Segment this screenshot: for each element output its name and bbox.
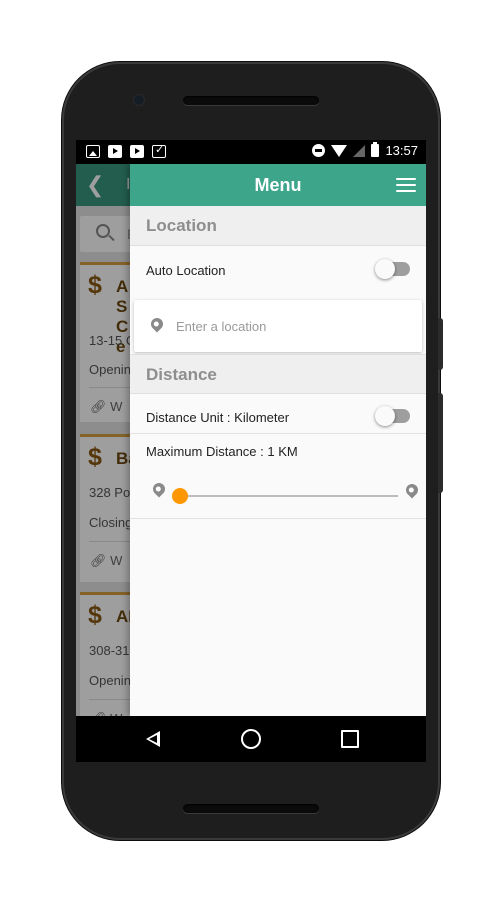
power-button bbox=[438, 393, 443, 493]
youtube-notification-icon bbox=[130, 145, 144, 158]
clipboard-check-notification-icon bbox=[152, 143, 166, 158]
do-not-disturb-icon bbox=[312, 144, 326, 157]
auto-location-label: Auto Location bbox=[146, 263, 226, 278]
slider-thumb[interactable] bbox=[172, 488, 188, 504]
location-pin-icon bbox=[403, 481, 421, 499]
distance-section-title: Distance bbox=[146, 365, 217, 384]
max-distance-slider[interactable] bbox=[172, 488, 398, 504]
location-section-title: Location bbox=[146, 216, 217, 235]
volume-button bbox=[438, 318, 443, 370]
auto-location-toggle[interactable] bbox=[375, 259, 410, 279]
location-section-header: Location bbox=[130, 206, 426, 246]
drawer-toolbar: Menu bbox=[130, 164, 426, 206]
settings-drawer: Menu Location Auto Location Distance Dis… bbox=[130, 164, 426, 716]
youtube-notification-icon bbox=[108, 145, 122, 158]
distance-unit-label: Distance Unit : Kilometer bbox=[146, 410, 290, 425]
max-distance-label: Maximum Distance : 1 KM bbox=[146, 444, 298, 459]
location-pin-icon bbox=[150, 480, 168, 498]
status-bar: 13:57 bbox=[76, 140, 426, 164]
distance-section-header: Distance bbox=[130, 354, 426, 394]
signal-icon bbox=[353, 144, 366, 157]
hamburger-menu-icon[interactable] bbox=[396, 176, 416, 193]
earpiece-speaker bbox=[183, 96, 319, 105]
divider bbox=[130, 433, 426, 434]
screen: 13:57 ❮ I E $ AS Ce 13-15 C Openin 🔗︎ W … bbox=[76, 140, 426, 762]
home-circle-icon[interactable] bbox=[239, 728, 263, 750]
toggle-knob bbox=[375, 406, 395, 426]
front-camera bbox=[134, 95, 144, 105]
image-notification-icon bbox=[86, 145, 100, 158]
location-pin-icon bbox=[148, 315, 166, 333]
location-input[interactable] bbox=[176, 310, 406, 342]
status-time: 13:57 bbox=[385, 143, 418, 158]
recent-apps-square-icon[interactable] bbox=[338, 728, 362, 750]
location-search-box bbox=[134, 300, 422, 352]
drawer-title: Menu bbox=[254, 175, 302, 195]
divider bbox=[130, 518, 426, 519]
navigation-bar bbox=[76, 716, 426, 762]
battery-icon bbox=[371, 142, 380, 157]
bottom-speaker bbox=[183, 804, 319, 813]
toggle-knob bbox=[375, 259, 395, 279]
back-triangle-icon[interactable] bbox=[142, 728, 166, 750]
distance-unit-toggle[interactable] bbox=[375, 406, 410, 426]
wifi-icon bbox=[331, 144, 348, 157]
